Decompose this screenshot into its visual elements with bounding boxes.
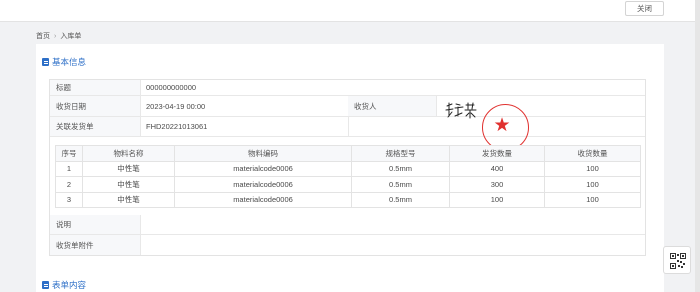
table-cell: 0.5mm [351,191,450,208]
table-cell: 中性笔 [82,160,175,177]
column-header: 收货数量 [544,145,641,162]
signature-image [445,102,477,119]
qr-code-button[interactable] [663,246,691,274]
scrollbar[interactable] [695,0,700,292]
breadcrumb-home[interactable]: 首页 [36,31,50,41]
table-cell: 100 [544,176,641,193]
table-cell: 100 [544,191,641,208]
shipment-label: 关联发货单 [50,117,140,136]
column-header: 序号 [55,145,83,162]
note-label: 说明 [50,215,140,234]
star-icon: ★ [493,115,511,136]
breadcrumb-separator: › [54,32,57,40]
info-row-note: 说明 [50,215,645,235]
table-row: 2 中性笔 materialcode0006 0.5mm 300 100 [55,176,641,193]
close-button[interactable]: 关闭 [625,1,664,16]
table-row: 3 中性笔 materialcode0006 0.5mm 100 100 [55,191,641,208]
table-cell: materialcode0006 [174,191,352,208]
top-bar: 关闭 [0,0,700,22]
qr-code-icon [670,253,686,269]
table-cell: 2 [55,176,83,193]
info-row-title: 标题 000000000000 [50,80,645,96]
shipment-value: FHD20221013061 [146,122,208,131]
column-header: 规格型号 [351,145,450,162]
section-basic-info-title: 基本信息 [52,57,87,67]
column-header: 物料编码 [174,145,352,162]
section-form-content-title: 表单内容 [52,280,87,290]
column-header: 物料名称 [82,145,175,162]
table-cell: 0.5mm [351,160,450,177]
table-cell: 300 [449,176,545,193]
table-cell: materialcode0006 [174,176,352,193]
document-icon [42,58,49,66]
date-value: 2023-04-19 00:00 [146,101,206,111]
date-label: 收货日期 [50,96,140,116]
table-cell: 400 [449,160,545,177]
receiver-label: 收货人 [348,96,436,116]
attachment-label: 收货单附件 [50,235,140,255]
breadcrumb-current: 入库单 [60,33,82,40]
table-cell: 中性笔 [82,176,175,193]
title-value: 000000000000 [146,83,197,92]
table-row: 1 中性笔 materialcode0006 0.5mm 400 100 [55,160,641,177]
info-row-shipment: 关联发货单 FHD20221013061 [50,117,645,137]
note-value [140,215,645,234]
table-cell: 100 [449,191,545,208]
info-row-date: 收货日期 2023-04-19 00:00 收货人 [50,96,645,117]
document-icon [42,281,49,289]
table-header-row: 序号 物料名称 物料编码 规格型号 发货数量 收货数量 [55,145,641,162]
table-cell: 0.5mm [351,176,450,193]
table-cell: 100 [544,160,641,177]
title-label: 标题 [50,80,140,95]
section-basic-info: 基本信息 [42,56,86,68]
breadcrumb: 首页 › 入库单 [36,31,81,41]
info-row-attachment: 收货单附件 [50,235,645,255]
items-table: 序号 物料名称 物料编码 规格型号 发货数量 收货数量 1 中性笔 materi… [55,145,641,208]
table-cell: 3 [55,191,83,208]
column-header: 发货数量 [449,145,545,162]
table-cell: 1 [55,160,83,177]
table-cell: 中性笔 [82,191,175,208]
table-cell: materialcode0006 [174,160,352,177]
section-form-content: 表单内容 [42,279,86,291]
